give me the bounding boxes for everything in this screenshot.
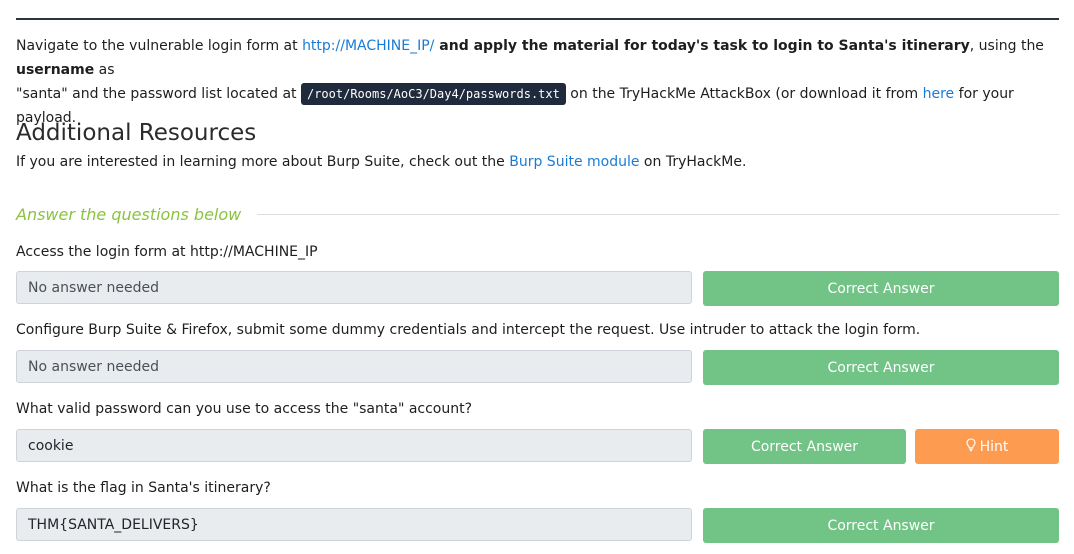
correct-answer-button-1[interactable]: Correct Answer [703, 271, 1059, 306]
lightbulb-icon [966, 437, 976, 456]
questions-header: Answer the questions below [16, 203, 1059, 225]
resources-text: If you are interested in learning more a… [16, 154, 747, 170]
download-here-link[interactable]: here [923, 86, 955, 102]
correct-answer-button-3[interactable]: Correct Answer [703, 429, 906, 464]
answer-input-4[interactable]: THM{SANTA_DELIVERS} [16, 508, 692, 541]
answer-input-1[interactable]: No answer needed [16, 271, 692, 304]
questions-header-divider [257, 213, 1059, 215]
question-1-text: Access the login form at http://MACHINE_… [16, 244, 318, 260]
question-3-text: What valid password can you use to acces… [16, 401, 473, 417]
answer-input-3[interactable]: cookie [16, 429, 692, 462]
hint-label: Hint [979, 438, 1009, 455]
hint-button[interactable]: Hint [915, 429, 1059, 464]
intro-line-1: Navigate to the vulnerable login form at… [16, 38, 1044, 78]
additional-resources-heading: Additional Resources [16, 120, 257, 146]
password-list-path: /root/Rooms/AoC3/Day4/passwords.txt [300, 83, 566, 105]
burp-suite-module-link[interactable]: Burp Suite module [509, 154, 639, 170]
question-2-text: Configure Burp Suite & Firefox, submit s… [16, 322, 921, 338]
question-4-text: What is the flag in Santa's itinerary? [16, 480, 271, 496]
answer-input-2[interactable]: No answer needed [16, 350, 692, 383]
correct-answer-button-4[interactable]: Correct Answer [703, 508, 1059, 543]
top-divider [16, 18, 1059, 20]
correct-answer-button-2[interactable]: Correct Answer [703, 350, 1059, 385]
task-instructions: Navigate to the vulnerable login form at… [16, 34, 1066, 130]
machine-ip-link[interactable]: http://MACHINE_IP/ [302, 38, 434, 54]
